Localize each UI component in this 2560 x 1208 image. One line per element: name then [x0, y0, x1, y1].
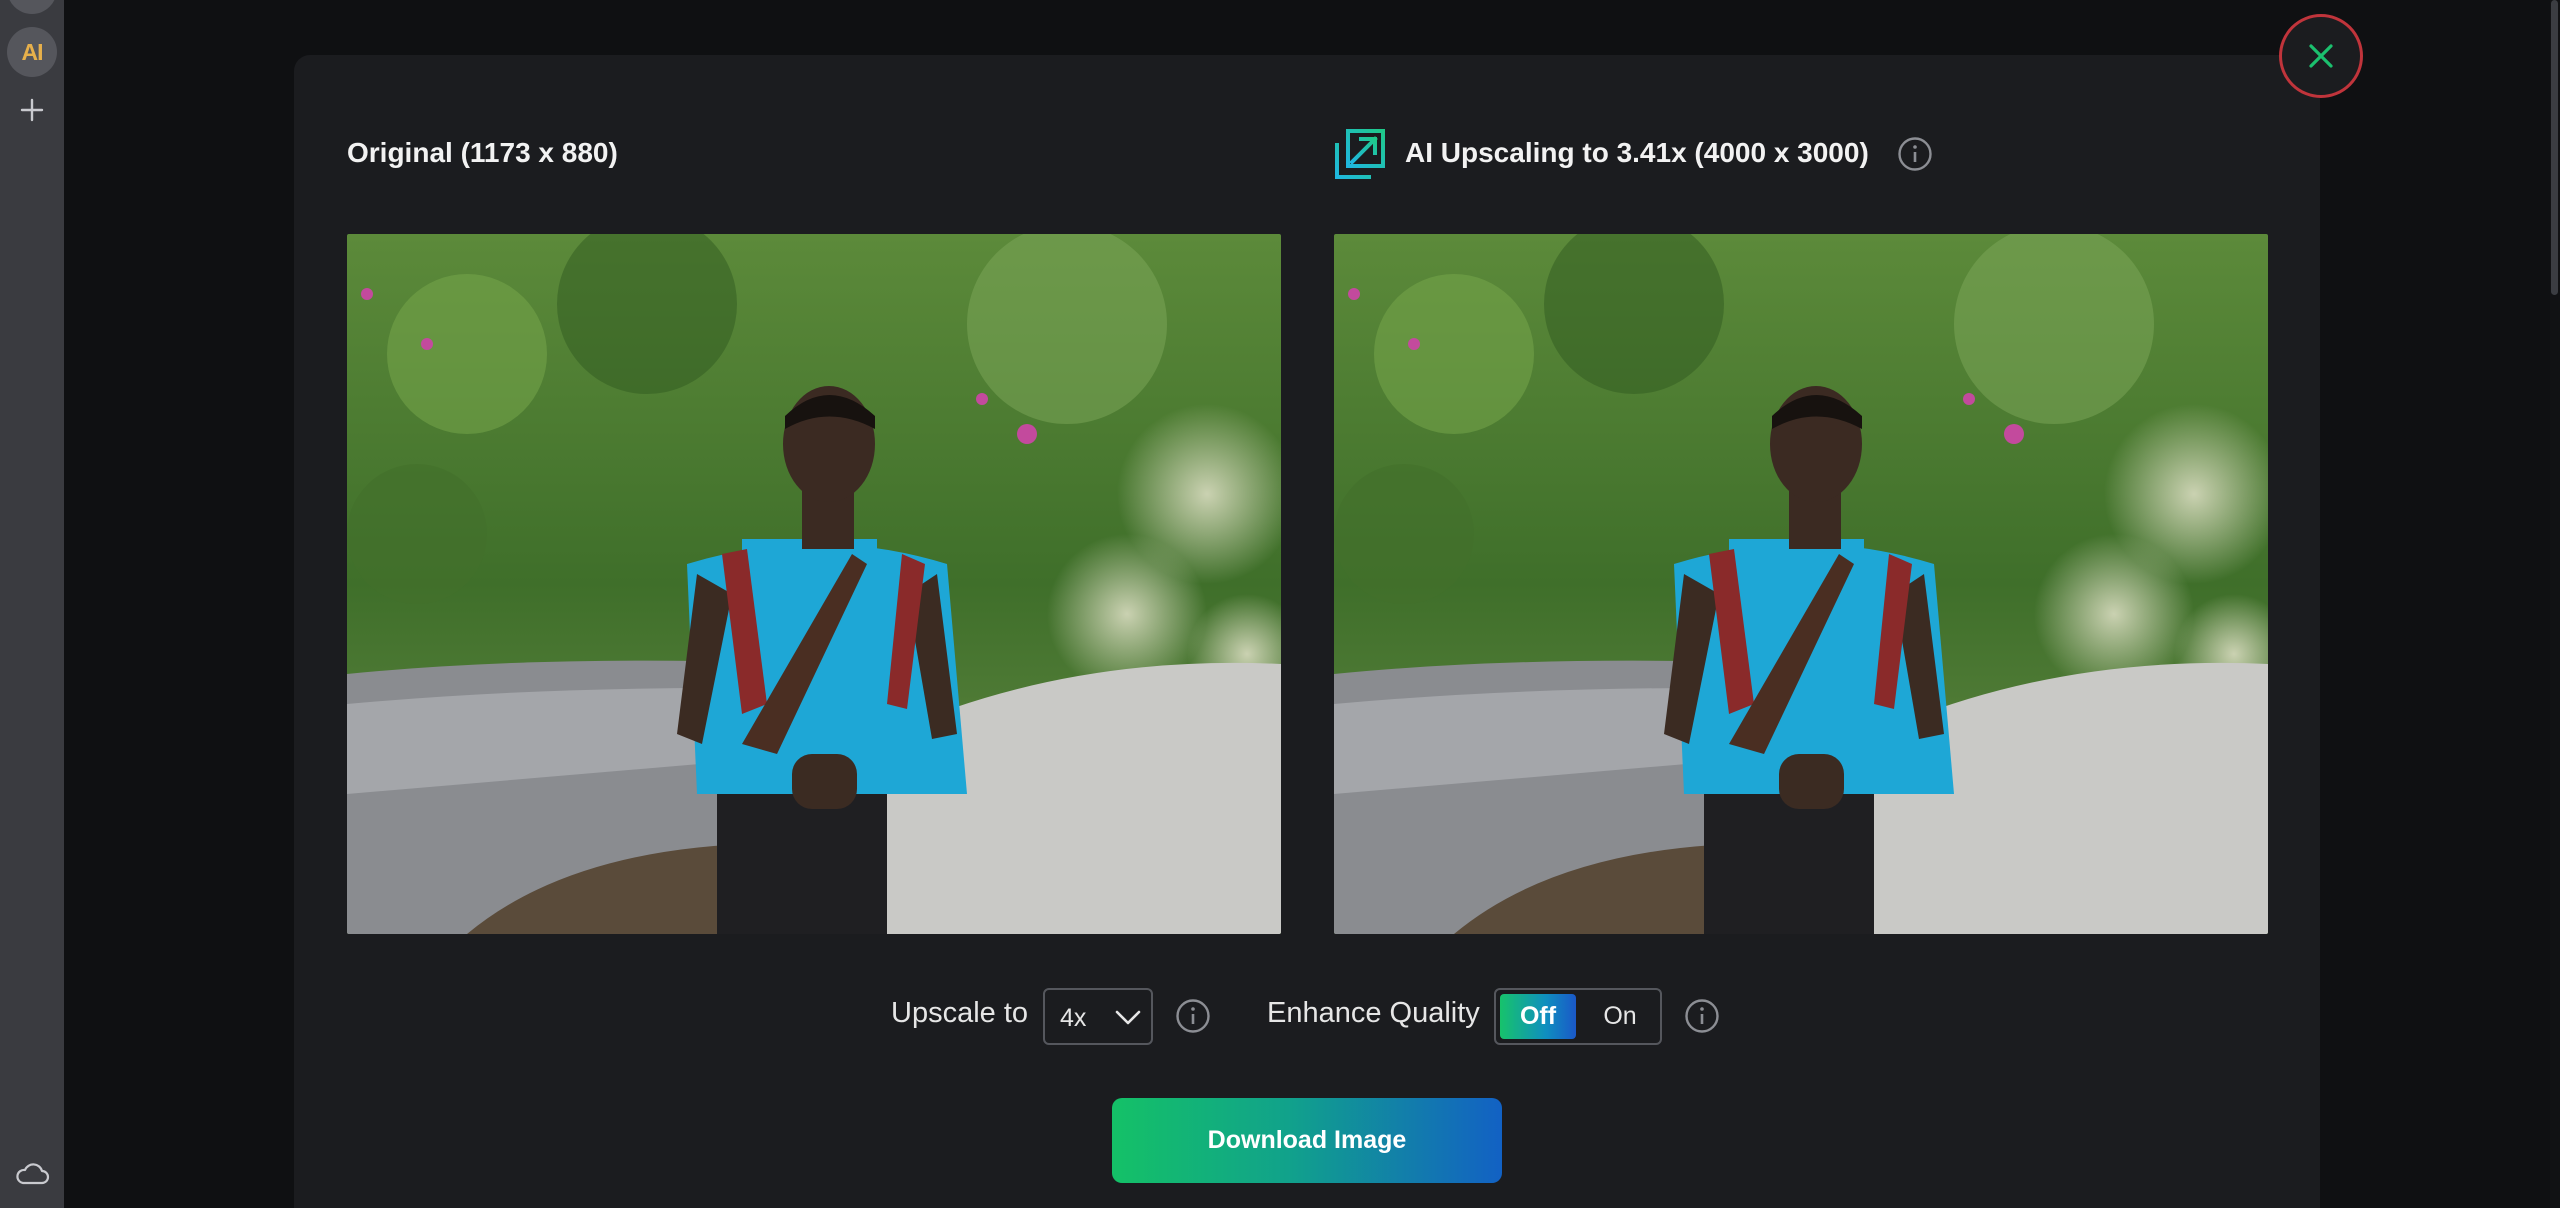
toggle-on-option[interactable]: On: [1582, 994, 1658, 1039]
scrollbar[interactable]: [2550, 0, 2560, 1208]
enhance-quality-label: Enhance Quality: [1267, 997, 1480, 1029]
info-icon[interactable]: [1897, 136, 1933, 172]
upscale-select[interactable]: 4x: [1043, 988, 1153, 1045]
upscaled-title: AI Upscaling to 3.41x (4000 x 3000): [1405, 137, 1869, 168]
upscale-info-icon[interactable]: [1175, 998, 1211, 1034]
enhance-info-icon[interactable]: [1684, 998, 1720, 1034]
sidebar-app-ai[interactable]: AI: [7, 27, 57, 77]
toggle-off-option[interactable]: Off: [1500, 994, 1576, 1039]
enhance-quality-toggle[interactable]: Off On: [1494, 988, 1662, 1045]
plus-icon[interactable]: [18, 96, 46, 124]
upscaled-image: [1334, 234, 2268, 934]
chevron-down-icon: [1115, 1010, 1141, 1025]
scrollbar-thumb[interactable]: [2551, 0, 2558, 295]
original-image: [347, 234, 1281, 934]
close-icon: [2309, 44, 2333, 68]
app-sidebar: AI: [0, 0, 64, 1208]
download-image-button[interactable]: Download Image: [1112, 1098, 1502, 1183]
close-button[interactable]: [2279, 14, 2363, 98]
original-title: Original (1173 x 880): [347, 137, 618, 168]
sidebar-app-top[interactable]: [7, 0, 57, 14]
ai-logo: AI: [21, 38, 44, 65]
upscale-label: Upscale to: [891, 997, 1029, 1029]
upscale-arrow-icon: [1335, 129, 1385, 179]
upscale-value: 4x: [1060, 1004, 1087, 1032]
cloud-icon[interactable]: [14, 1160, 50, 1188]
